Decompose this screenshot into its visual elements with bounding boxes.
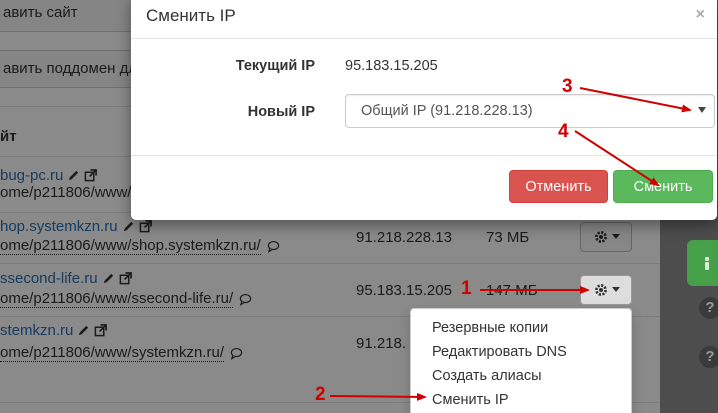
annotation-step-1: 1 [461,278,472,299]
modal-footer-divider [131,155,717,156]
new-ip-label: Новый IP [247,104,315,120]
menu-item-backups[interactable]: Резервные копии [411,317,631,341]
menu-item-edit-dns[interactable]: Редактировать DNS [411,341,631,365]
caret-down-icon [698,107,706,113]
new-ip-selected-value: Общий IP (91.218.228.13) [361,103,533,119]
change-ip-modal: Сменить IP × Текущий IP 95.183.15.205 Но… [131,0,717,220]
side-tab[interactable] [687,240,718,286]
close-icon[interactable]: × [696,6,705,24]
modal-title: Сменить IP [146,6,236,25]
annotation-step-2: 2 [315,384,326,405]
info-icon [705,257,709,270]
submit-button[interactable]: Сменить [613,170,713,203]
site-actions-button-active[interactable] [580,275,632,305]
current-ip-value: 95.183.15.205 [345,58,438,74]
menu-item-change-ip[interactable]: Сменить IP [411,389,631,413]
gear-icon [594,284,607,296]
annotation-step-3: 3 [562,76,573,97]
annotation-step-4: 4 [558,121,569,142]
help-icon[interactable]: ? [699,346,718,368]
modal-header-divider [131,38,717,39]
current-ip-label: Текущий IP [235,58,315,74]
help-icon[interactable]: ? [699,297,718,319]
caret-down-icon [611,287,620,292]
cancel-button[interactable]: Отменить [509,170,608,203]
new-ip-select[interactable]: Общий IP (91.218.228.13) [345,94,715,128]
menu-item-create-aliases[interactable]: Создать алиасы [411,365,631,389]
site-actions-menu: Резервные копии Редактировать DNS Создат… [410,308,632,413]
